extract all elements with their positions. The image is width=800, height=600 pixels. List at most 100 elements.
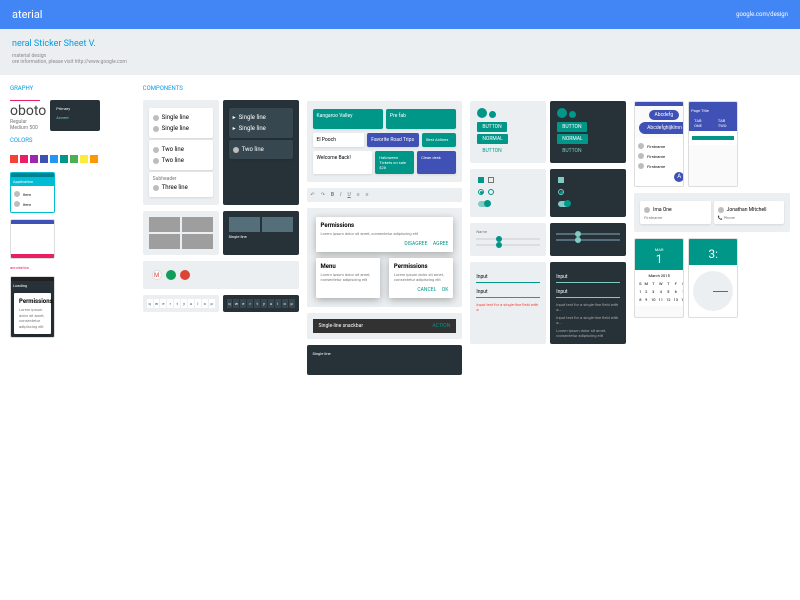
redo-icon[interactable]: ↷ — [321, 192, 325, 198]
cal-date[interactable]: 7 — [680, 288, 684, 295]
gmail-icon[interactable]: M — [152, 270, 162, 280]
key[interactable]: u — [188, 299, 194, 308]
contact-card[interactable]: Ima One Firstname — [640, 201, 710, 224]
key[interactable]: r — [167, 299, 173, 308]
swatch-orange[interactable] — [90, 155, 98, 163]
card-kangaroo[interactable]: Kangaroo Valley — [313, 109, 383, 129]
cal-date[interactable]: 9 — [644, 296, 650, 303]
key[interactable]: y — [261, 299, 267, 308]
card-elpooch[interactable]: El Pooch — [313, 133, 365, 147]
hangouts-icon[interactable] — [166, 270, 176, 280]
cal-date[interactable]: 2 — [644, 288, 650, 295]
cal-date[interactable]: 5 — [665, 288, 672, 295]
card-welcome[interactable]: Welcome Back! — [313, 151, 373, 174]
align-center-icon[interactable]: ≡ — [366, 192, 369, 198]
italic-icon[interactable]: I — [340, 192, 341, 198]
flat-button[interactable]: BUTTON — [557, 146, 586, 156]
list-item[interactable]: Firstname — [638, 141, 680, 151]
key[interactable]: p — [209, 299, 215, 308]
grid-tile[interactable] — [182, 217, 213, 232]
agree-button[interactable]: AGREE — [433, 241, 448, 247]
key[interactable]: u — [268, 299, 274, 308]
text-input[interactable]: Input — [556, 272, 620, 283]
google-plus-icon[interactable] — [180, 270, 190, 280]
list-item[interactable]: Item — [14, 199, 51, 209]
tab[interactable]: TAB TWO — [713, 115, 737, 131]
slider[interactable] — [556, 233, 620, 235]
cal-date[interactable]: 12 — [665, 296, 672, 303]
checkbox-off[interactable] — [488, 177, 494, 183]
raised-button[interactable]: BUTTON — [477, 122, 506, 132]
cal-date[interactable]: 6 — [673, 288, 680, 295]
switch[interactable] — [558, 201, 570, 207]
cal-date[interactable]: 11 — [658, 296, 665, 303]
fab-letter[interactable]: A — [674, 172, 684, 182]
grid-tile[interactable] — [262, 217, 293, 232]
key[interactable]: q — [147, 299, 153, 308]
snackbar-action[interactable]: ACTION — [433, 323, 451, 329]
card-prefab[interactable]: Pre fab — [386, 109, 456, 129]
tab[interactable]: TAB ONE — [689, 115, 713, 131]
list-item[interactable]: Two line — [153, 144, 209, 155]
swatch-pink[interactable] — [20, 155, 28, 163]
list-item[interactable]: Item — [14, 189, 51, 199]
fab[interactable] — [557, 108, 567, 118]
cal-date[interactable]: 8 — [638, 296, 642, 303]
list-item[interactable]: Three line — [153, 182, 209, 193]
key[interactable]: t — [254, 299, 260, 308]
slider[interactable] — [556, 239, 620, 241]
text-input-error[interactable]: Input — [476, 287, 540, 298]
fab-mini[interactable] — [489, 111, 496, 118]
grid-tile[interactable] — [182, 234, 213, 249]
swatch-red[interactable] — [10, 155, 18, 163]
list-item[interactable]: Single line — [153, 123, 209, 134]
fab[interactable] — [477, 108, 487, 118]
clock-face[interactable] — [693, 271, 733, 311]
header-url[interactable]: google.com/design — [736, 11, 788, 18]
key[interactable]: p — [289, 299, 295, 308]
bold-icon[interactable]: B — [331, 192, 334, 198]
key[interactable]: i — [275, 299, 281, 308]
swatch-green[interactable] — [70, 155, 78, 163]
underline-icon[interactable]: U — [347, 192, 350, 198]
swatch-blue[interactable] — [50, 155, 58, 163]
key[interactable]: i — [195, 299, 201, 308]
checkbox[interactable] — [478, 177, 484, 183]
flat-button[interactable]: BUTTON — [477, 146, 506, 156]
list-item[interactable]: Single line — [153, 112, 209, 123]
cal-date[interactable]: 14 — [680, 296, 684, 303]
swatch-indigo[interactable] — [40, 155, 48, 163]
chip[interactable]: Abcdefghijklmn — [639, 122, 684, 134]
cal-date[interactable]: 1 — [638, 288, 642, 295]
text-input[interactable]: Input — [556, 287, 620, 298]
key[interactable]: o — [202, 299, 208, 308]
text-input[interactable]: Input — [476, 272, 540, 283]
contact-card[interactable]: Jonathan Mitchell 📞 Phone — [714, 201, 784, 224]
swatch-purple[interactable] — [30, 155, 38, 163]
slider[interactable] — [476, 238, 540, 240]
chip[interactable]: Abcdefg — [649, 110, 680, 120]
align-left-icon[interactable]: ≡ — [357, 192, 360, 198]
list-item[interactable]: ▸Single line — [233, 112, 289, 123]
cal-date[interactable]: 13 — [673, 296, 680, 303]
swatch-teal[interactable] — [60, 155, 68, 163]
card-halloween[interactable]: Halloween Tickets on sale $28 — [375, 151, 414, 174]
key[interactable]: r — [247, 299, 253, 308]
list-item[interactable]: Firstname — [638, 161, 680, 171]
key[interactable]: w — [233, 299, 239, 308]
list-item[interactable]: Two line — [233, 144, 289, 155]
raised-button[interactable]: BUTTON — [557, 122, 586, 132]
cal-date[interactable]: 4 — [658, 288, 665, 295]
list-item[interactable]: Two line — [153, 155, 209, 166]
list-item[interactable]: Firstname — [638, 151, 680, 161]
grid-tile[interactable] — [229, 217, 260, 232]
ok-button[interactable]: OK — [442, 287, 449, 293]
list-item[interactable]: ▸Single line — [233, 123, 289, 134]
slider[interactable] — [476, 244, 540, 246]
disagree-button[interactable]: DISAGREE — [404, 241, 427, 247]
key[interactable]: o — [282, 299, 288, 308]
key[interactable]: w — [154, 299, 160, 308]
key[interactable]: e — [160, 299, 166, 308]
card-roadtrips[interactable]: Favorite Road Trips — [367, 133, 419, 147]
cancel-button[interactable]: CANCEL — [417, 287, 436, 293]
